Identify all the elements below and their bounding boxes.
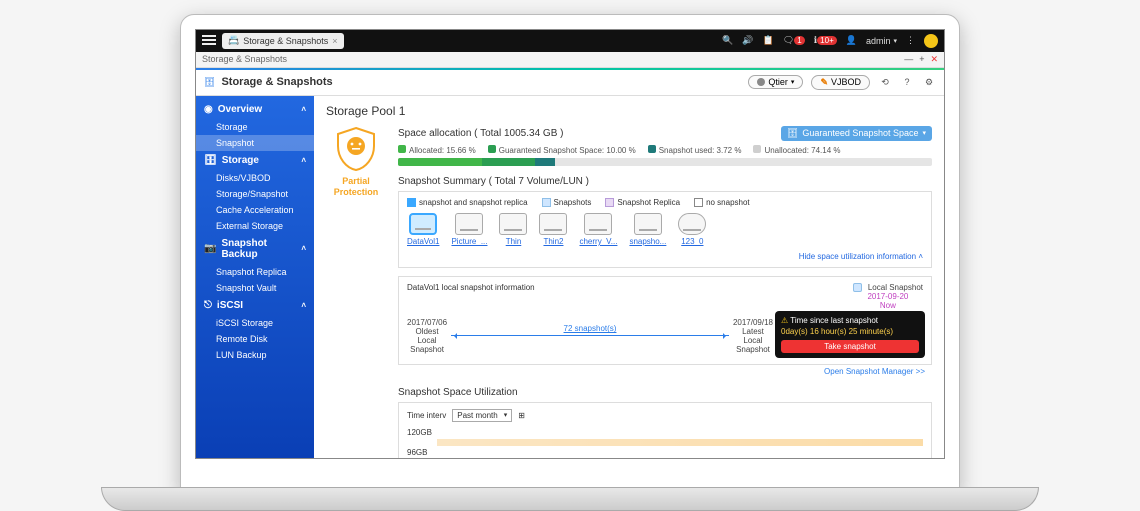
- sidebar-group-storage[interactable]: 🗄 Storage˄: [196, 151, 314, 170]
- sidebar-group-backup[interactable]: 📷 Snapshot Backup˄: [196, 234, 314, 264]
- more-icon[interactable]: ⋮: [906, 35, 915, 46]
- sidebar-item-iscsi-storage[interactable]: iSCSI Storage: [196, 315, 314, 331]
- volume-thin2[interactable]: Thin2: [539, 213, 567, 246]
- filter-snapshots[interactable]: Snapshots: [542, 198, 592, 207]
- utilization-title: Snapshot Space Utilization: [398, 387, 932, 398]
- sidebar-group-overview[interactable]: ◉ Overview˄: [196, 100, 314, 119]
- task-icon[interactable]: 📋: [763, 35, 774, 46]
- alert-icon[interactable]: ℹ10+: [814, 35, 837, 46]
- sidebar-group-iscsi[interactable]: ⎋ iSCSI˄: [196, 296, 314, 315]
- pool-title: Storage Pool 1: [326, 104, 932, 118]
- help-icon[interactable]: ?: [900, 75, 914, 89]
- window-tab[interactable]: 📇 Storage & Snapshots ×: [222, 33, 344, 49]
- gear-icon[interactable]: ⚙: [922, 75, 936, 89]
- chart-refresh-icon[interactable]: ⊞: [518, 411, 525, 420]
- snapshot-tooltip: ⚠ Time since last snapshot 0day(s) 16 ho…: [775, 311, 925, 358]
- hide-utilization-link[interactable]: Hide space utilization information ˄: [407, 252, 923, 261]
- app-icon[interactable]: [924, 34, 938, 48]
- lun-123_0[interactable]: 123_0: [678, 213, 706, 246]
- summary-box: snapshot and snapshot replica Snapshots …: [398, 191, 932, 268]
- open-snapshot-manager-link[interactable]: Open Snapshot Manager >>: [824, 367, 925, 376]
- volume-picture[interactable]: Picture_...: [451, 213, 487, 246]
- vjbod-button[interactable]: ✎VJBOD: [811, 75, 870, 90]
- filter-snap-replica[interactable]: snapshot and snapshot replica: [407, 198, 528, 207]
- interval-select[interactable]: Past month▾: [452, 409, 512, 422]
- main-content: Storage Pool 1 PartialProtection: [314, 96, 944, 458]
- volume-cherry[interactable]: cherry_V...: [579, 213, 617, 246]
- breadcrumb-bar: Storage & Snapshots — + ✕: [196, 52, 944, 68]
- warning-icon: ⚠: [781, 316, 788, 325]
- search-icon[interactable]: 🔍: [722, 35, 733, 46]
- interval-label: Time interv: [407, 411, 446, 420]
- module-icon: 🗄: [204, 77, 215, 88]
- close-window-icon[interactable]: ✕: [930, 54, 938, 65]
- notification-icon[interactable]: 🗨1: [783, 35, 805, 46]
- minimize-icon[interactable]: —: [904, 54, 913, 65]
- allocation-title: Space allocation ( Total 1005.34 GB ): [398, 128, 563, 139]
- timeline-line: 72 snapshot(s): [451, 335, 729, 336]
- volume-snapsho[interactable]: snapsho...: [629, 213, 666, 246]
- guaranteed-snapshot-space-button[interactable]: 🗄 Guaranteed Snapshot Space ▾: [781, 126, 932, 141]
- sidebar-item-remote-disk[interactable]: Remote Disk: [196, 331, 314, 347]
- util-row-120: 120GB: [407, 428, 923, 446]
- sidebar-item-vault[interactable]: Snapshot Vault: [196, 280, 314, 296]
- sidebar-item-disks[interactable]: Disks/VJBOD: [196, 170, 314, 186]
- system-topbar: 📇 Storage & Snapshots × 🔍 🔊 📋 🗨1 ℹ10+ 👤 …: [196, 30, 944, 52]
- utilization-box: Time interv Past month▾ ⊞ 120GB 96GB: [398, 402, 932, 458]
- shield-icon: [334, 126, 378, 172]
- now-date: 2017-09-20Now: [853, 292, 923, 310]
- sidebar-item-snapshot[interactable]: Snapshot: [196, 135, 314, 151]
- sidebar-item-external[interactable]: External Storage: [196, 218, 314, 234]
- snapshot-count-link[interactable]: 72 snapshot(s): [564, 324, 617, 333]
- admin-menu[interactable]: admin▾: [866, 36, 897, 46]
- storage-tab-icon: 📇: [228, 35, 239, 46]
- sidebar-item-storage-snapshot[interactable]: Storage/Snapshot: [196, 186, 314, 202]
- breadcrumb: Storage & Snapshots: [202, 54, 287, 64]
- oldest-snapshot: 2017/07/06OldestLocalSnapshot: [407, 318, 447, 354]
- filter-none[interactable]: no snapshot: [694, 198, 750, 207]
- user-icon[interactable]: 👤: [846, 35, 857, 46]
- timeline-title: DataVol1 local snapshot information: [407, 283, 535, 292]
- take-snapshot-button[interactable]: Take snapshot: [781, 340, 919, 353]
- util-row-96: 96GB: [407, 448, 923, 458]
- protection-status: PartialProtection: [326, 126, 386, 458]
- volume-icon[interactable]: 🔊: [742, 35, 753, 46]
- refresh-icon[interactable]: ⟲: [878, 75, 892, 89]
- volume-datavol1[interactable]: DataVol1: [407, 213, 439, 246]
- menu-icon[interactable]: [202, 33, 216, 49]
- local-snapshot-chip: Local Snapshot: [853, 283, 923, 292]
- timeline-box: DataVol1 local snapshot information Loca…: [398, 276, 932, 365]
- allocation-bar: [398, 158, 932, 166]
- volume-thin[interactable]: Thin: [499, 213, 527, 246]
- latest-snapshot: 2017/09/18LatestLocalSnapshot: [733, 318, 773, 354]
- maximize-icon[interactable]: +: [919, 54, 924, 65]
- tab-label: Storage & Snapshots: [243, 36, 328, 46]
- sidebar: ◉ Overview˄ Storage Snapshot 🗄 Storage˄ …: [196, 96, 314, 458]
- allocation-legend: Allocated: 15.66 % Guaranteed Snapshot S…: [398, 145, 932, 155]
- sidebar-item-storage[interactable]: Storage: [196, 119, 314, 135]
- close-icon[interactable]: ×: [332, 36, 337, 46]
- sidebar-item-replica[interactable]: Snapshot Replica: [196, 264, 314, 280]
- filter-replica[interactable]: Snapshot Replica: [605, 198, 680, 207]
- sidebar-item-lun-backup[interactable]: LUN Backup: [196, 347, 314, 363]
- sidebar-item-cache[interactable]: Cache Acceleration: [196, 202, 314, 218]
- qtier-button[interactable]: Qtier▾: [748, 75, 803, 89]
- module-title: Storage & Snapshots: [221, 76, 332, 88]
- summary-title: Snapshot Summary ( Total 7 Volume/LUN ): [398, 176, 932, 187]
- module-header: 🗄 Storage & Snapshots Qtier▾ ✎VJBOD ⟲ ? …: [196, 70, 944, 96]
